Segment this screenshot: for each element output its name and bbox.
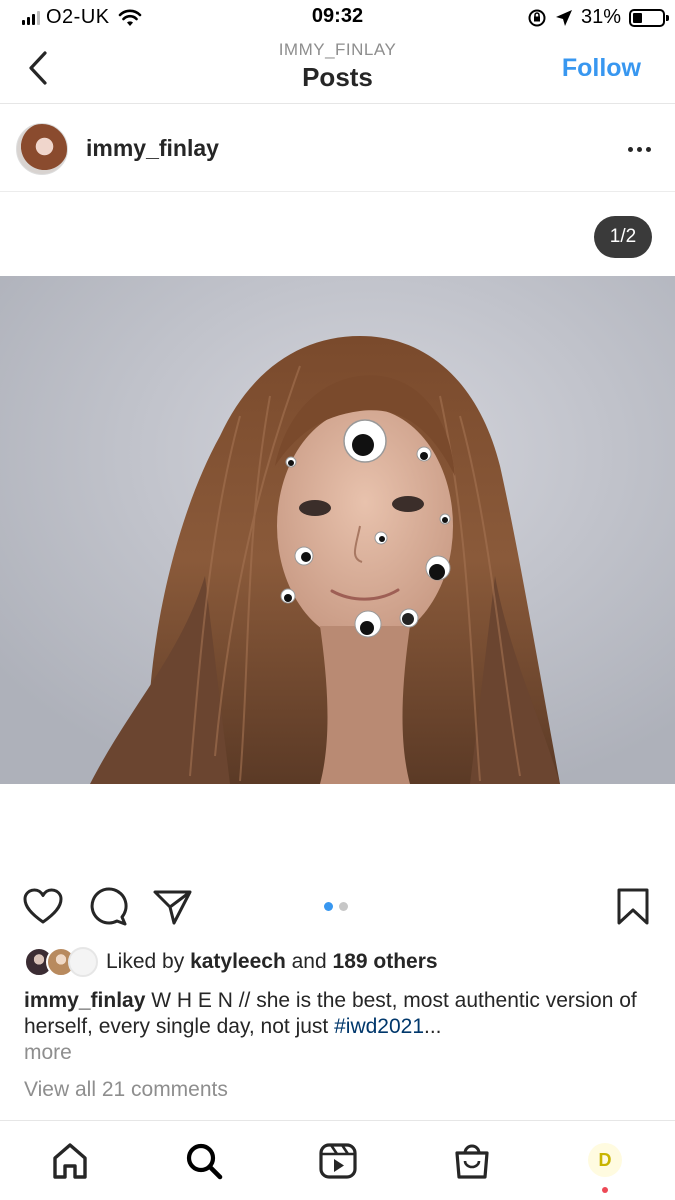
post-image[interactable] <box>0 276 675 784</box>
share-icon[interactable] <box>152 886 194 928</box>
post-username[interactable]: immy_finlay <box>86 135 219 162</box>
home-icon[interactable] <box>50 1141 90 1181</box>
likes-others-count[interactable]: 189 others <box>333 950 438 973</box>
carousel-counter: 1/2 <box>594 216 652 258</box>
caption-ellipsis: ... <box>424 1015 442 1038</box>
view-comments-link[interactable]: View all 21 comments <box>24 1078 228 1102</box>
rotation-lock-icon <box>528 9 546 26</box>
more-icon[interactable] <box>628 147 651 152</box>
avatar[interactable] <box>16 123 68 175</box>
tab-bar: D <box>0 1120 675 1200</box>
status-right: 31% <box>527 6 669 29</box>
profile-tab[interactable]: D <box>588 1143 622 1177</box>
battery-percent: 31% <box>580 6 621 28</box>
nav-header: IMMY_FINLAY Posts Follow <box>0 34 675 104</box>
carousel-dot <box>339 902 348 911</box>
liker-username[interactable]: katyleech <box>190 950 286 973</box>
likes-middle: and <box>285 950 333 973</box>
status-bar: O2-UK 09:32 31% <box>0 0 675 34</box>
search-icon[interactable] <box>184 1141 224 1181</box>
avatar <box>68 947 98 977</box>
shop-icon[interactable] <box>452 1141 492 1181</box>
post-header: immy_finlay <box>0 104 675 192</box>
carousel-indicator <box>324 902 348 911</box>
comment-icon[interactable] <box>87 886 129 928</box>
liker-avatars <box>24 947 98 977</box>
notification-dot <box>602 1187 608 1193</box>
caption-username[interactable]: immy_finlay <box>24 989 145 1012</box>
post-actions <box>0 880 675 934</box>
battery-icon <box>629 8 669 27</box>
heart-icon[interactable] <box>22 886 64 928</box>
likes-prefix: Liked by <box>106 950 191 973</box>
location-icon <box>555 9 572 26</box>
caption-hashtag[interactable]: #iwd2021 <box>334 1015 424 1038</box>
post-caption: immy_finlay W H E N // she is the best, … <box>24 988 644 1040</box>
reels-icon[interactable] <box>318 1141 358 1181</box>
likes-row[interactable]: Liked by katyleech and 189 others <box>24 945 438 979</box>
bookmark-icon[interactable] <box>612 886 654 928</box>
caption-more-link[interactable]: more <box>24 1041 72 1065</box>
likes-text: Liked by katyleech and 189 others <box>106 950 438 974</box>
carousel-dot-active <box>324 902 333 911</box>
follow-button[interactable]: Follow <box>562 54 641 83</box>
